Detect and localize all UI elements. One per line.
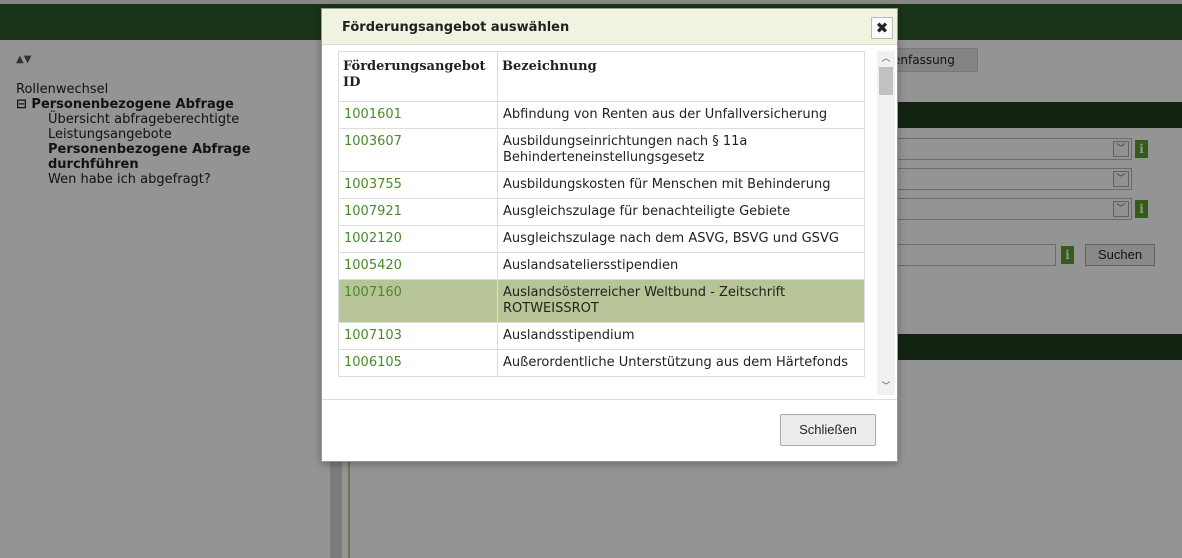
offer-list: Förderungsangebot ID Bezeichnung 1001601… <box>338 51 894 395</box>
table-row[interactable]: 1006105 Außerordentliche Unterstützung au… <box>338 349 865 377</box>
dialog-footer: Schließen <box>322 399 897 461</box>
table-row[interactable]: 1001601 Abfindung von Renten aus der Unfa… <box>338 101 865 129</box>
table-row[interactable]: 1007921 Ausgleichszulage für benachteilig… <box>338 198 865 226</box>
row-name[interactable]: Außerordentliche Unterstützung aus dem H… <box>497 349 865 377</box>
row-id[interactable]: 1003607 <box>338 128 498 172</box>
row-name[interactable]: Ausgleichszulage für benachteiligte Gebi… <box>497 198 865 226</box>
table-row[interactable]: 1003755 Ausbildungskosten für Menschen mi… <box>338 171 865 199</box>
scroll-thumb[interactable] <box>879 67 893 95</box>
column-header-id: Förderungsangebot ID <box>338 51 498 102</box>
table-row[interactable]: 1005420 Auslandsateliersstipendien <box>338 252 865 280</box>
column-header-bezeichnung: Bezeichnung <box>497 51 865 102</box>
dialog-header: Förderungsangebot auswählen ✖ <box>322 9 897 45</box>
row-id[interactable]: 1003755 <box>338 171 498 199</box>
row-id[interactable]: 1007160 <box>338 279 498 323</box>
table-row-selected[interactable]: 1007160 Auslandsösterreicher Weltbund - Z… <box>338 279 865 323</box>
row-name[interactable]: Auslandsösterreicher Weltbund - Zeitschr… <box>497 279 865 323</box>
row-id[interactable]: 1007103 <box>338 322 498 350</box>
table-row[interactable]: 1007103 Auslandsstipendium <box>338 322 865 350</box>
row-id[interactable]: 1006105 <box>338 349 498 377</box>
row-name[interactable]: Auslandsateliersstipendien <box>497 252 865 280</box>
close-icon[interactable]: ✖ <box>871 17 893 39</box>
row-id[interactable]: 1007921 <box>338 198 498 226</box>
row-id[interactable]: 1005420 <box>338 252 498 280</box>
row-name[interactable]: Auslandsstipendium <box>497 322 865 350</box>
row-id[interactable]: 1002120 <box>338 225 498 253</box>
dialog-title: Förderungsangebot auswählen <box>342 20 570 35</box>
row-name[interactable]: Ausgleichszulage nach dem ASVG, BSVG und… <box>497 225 865 253</box>
row-name[interactable]: Ausbildungseinrichtungen nach § 11a Behi… <box>497 128 865 172</box>
row-name[interactable]: Ausbildungskosten für Menschen mit Behin… <box>497 171 865 199</box>
select-dialog: Förderungsangebot auswählen ✖ Förderungs… <box>321 8 898 462</box>
row-id[interactable]: 1001601 <box>338 101 498 129</box>
offer-table: Förderungsangebot ID Bezeichnung 1001601… <box>338 51 865 377</box>
close-button[interactable]: Schließen <box>780 414 876 446</box>
table-row[interactable]: 1003607 Ausbildungseinrichtungen nach § 1… <box>338 128 865 172</box>
row-name[interactable]: Abfindung von Renten aus der Unfallversi… <box>497 101 865 129</box>
chevron-down-icon[interactable]: ﹀ <box>877 379 895 395</box>
table-header-row: Förderungsangebot ID Bezeichnung <box>338 51 865 102</box>
table-row[interactable]: 1002120 Ausgleichszulage nach dem ASVG, B… <box>338 225 865 253</box>
list-scrollbar[interactable]: ︿ ﹀ <box>877 51 895 395</box>
chevron-up-icon[interactable]: ︿ <box>877 51 895 67</box>
